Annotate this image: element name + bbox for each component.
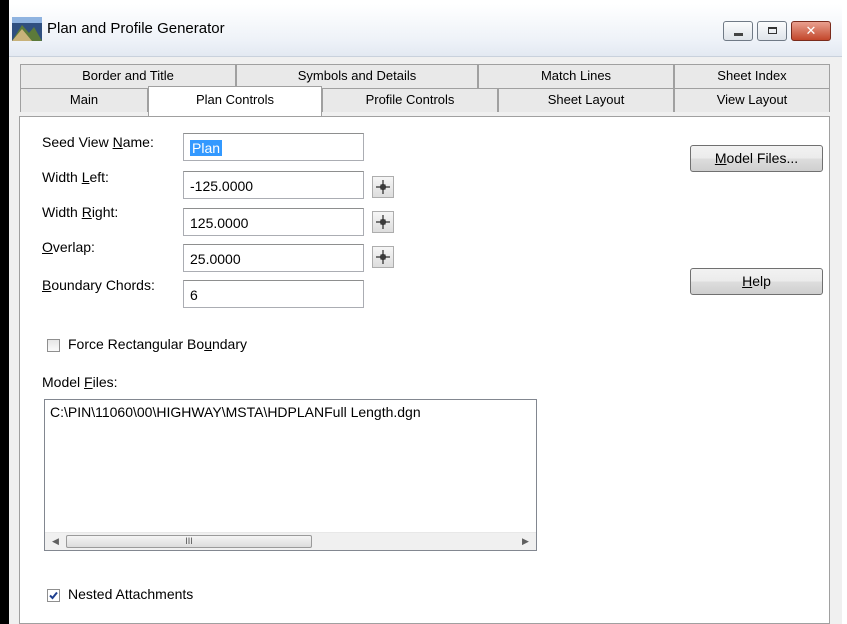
scrollbar-thumb[interactable]: III xyxy=(66,535,312,548)
width-right-label: Width Right: xyxy=(42,204,119,220)
overlap-value: 25.0000 xyxy=(190,251,241,267)
plan-profile-generator-window: Plan and Profile Generator ✕ Border and … xyxy=(9,4,842,624)
list-item[interactable]: C:\PIN\11060\00\HIGHWAY\MSTA\HDPLANFull … xyxy=(50,404,421,420)
scroll-right-arrow-icon[interactable]: ▶ xyxy=(517,533,534,550)
tab-sheet-index[interactable]: Sheet Index xyxy=(674,64,830,88)
tab-match-lines[interactable]: Match Lines xyxy=(478,64,674,88)
window-frame-edge xyxy=(0,0,9,624)
width-right-value: 125.0000 xyxy=(190,215,249,231)
checkmark-icon xyxy=(49,591,58,600)
width-left-locate-button[interactable] xyxy=(372,176,394,198)
tab-sheet-layout[interactable]: Sheet Layout xyxy=(498,88,674,112)
horizontal-scrollbar[interactable]: ◀ III ▶ xyxy=(45,532,536,550)
model-files-button[interactable]: Model Files... xyxy=(690,145,823,172)
boundary-chords-label: Boundary Chords: xyxy=(42,277,155,293)
overlap-label: Overlap: xyxy=(42,239,95,255)
model-files-label: Model Files: xyxy=(42,374,118,390)
width-right-locate-button[interactable] xyxy=(372,211,394,233)
nested-attachments-label: Nested Attachments xyxy=(68,586,194,602)
width-left-value: -125.0000 xyxy=(190,178,254,194)
close-icon: ✕ xyxy=(805,23,817,38)
grip-icon: III xyxy=(185,536,193,546)
overlap-input[interactable]: 25.0000 xyxy=(183,244,364,272)
tab-main[interactable]: Main xyxy=(20,88,148,112)
tab-symbols-and-details[interactable]: Symbols and Details xyxy=(236,64,478,88)
force-rectangular-boundary-checkbox[interactable] xyxy=(47,339,60,352)
tab-profile-controls[interactable]: Profile Controls xyxy=(322,88,498,112)
close-button[interactable]: ✕ xyxy=(791,21,831,41)
window-title: Plan and Profile Generator xyxy=(47,20,225,37)
help-button[interactable]: Help xyxy=(690,268,823,295)
crosshair-icon xyxy=(376,215,390,229)
app-icon xyxy=(12,17,42,41)
tab-border-and-title[interactable]: Border and Title xyxy=(20,64,236,88)
overlap-locate-button[interactable] xyxy=(372,246,394,268)
crosshair-icon xyxy=(376,180,390,194)
minimize-icon xyxy=(734,33,743,36)
boundary-chords-input[interactable]: 6 xyxy=(183,280,364,308)
nested-attachments-checkbox[interactable] xyxy=(47,589,60,602)
maximize-icon xyxy=(768,27,777,34)
seed-view-name-input[interactable]: Plan xyxy=(183,133,364,161)
model-files-list[interactable]: C:\PIN\11060\00\HIGHWAY\MSTA\HDPLANFull … xyxy=(44,399,537,551)
minimize-button[interactable] xyxy=(723,21,753,41)
maximize-button[interactable] xyxy=(757,21,787,41)
force-rectangular-boundary-label: Force Rectangular Boundary xyxy=(68,336,248,352)
width-left-label: Width Left: xyxy=(42,169,109,185)
seed-view-name-label: Seed View Name: xyxy=(42,134,154,150)
crosshair-icon xyxy=(376,250,390,264)
width-right-input[interactable]: 125.0000 xyxy=(183,208,364,236)
boundary-chords-value: 6 xyxy=(190,287,198,303)
seed-view-name-value: Plan xyxy=(190,140,223,156)
tab-view-layout[interactable]: View Layout xyxy=(674,88,830,112)
title-bar[interactable]: Plan and Profile Generator ✕ xyxy=(9,4,842,57)
width-left-input[interactable]: -125.0000 xyxy=(183,171,364,199)
tab-plan-controls[interactable]: Plan Controls xyxy=(148,86,322,116)
scroll-left-arrow-icon[interactable]: ◀ xyxy=(47,533,64,550)
